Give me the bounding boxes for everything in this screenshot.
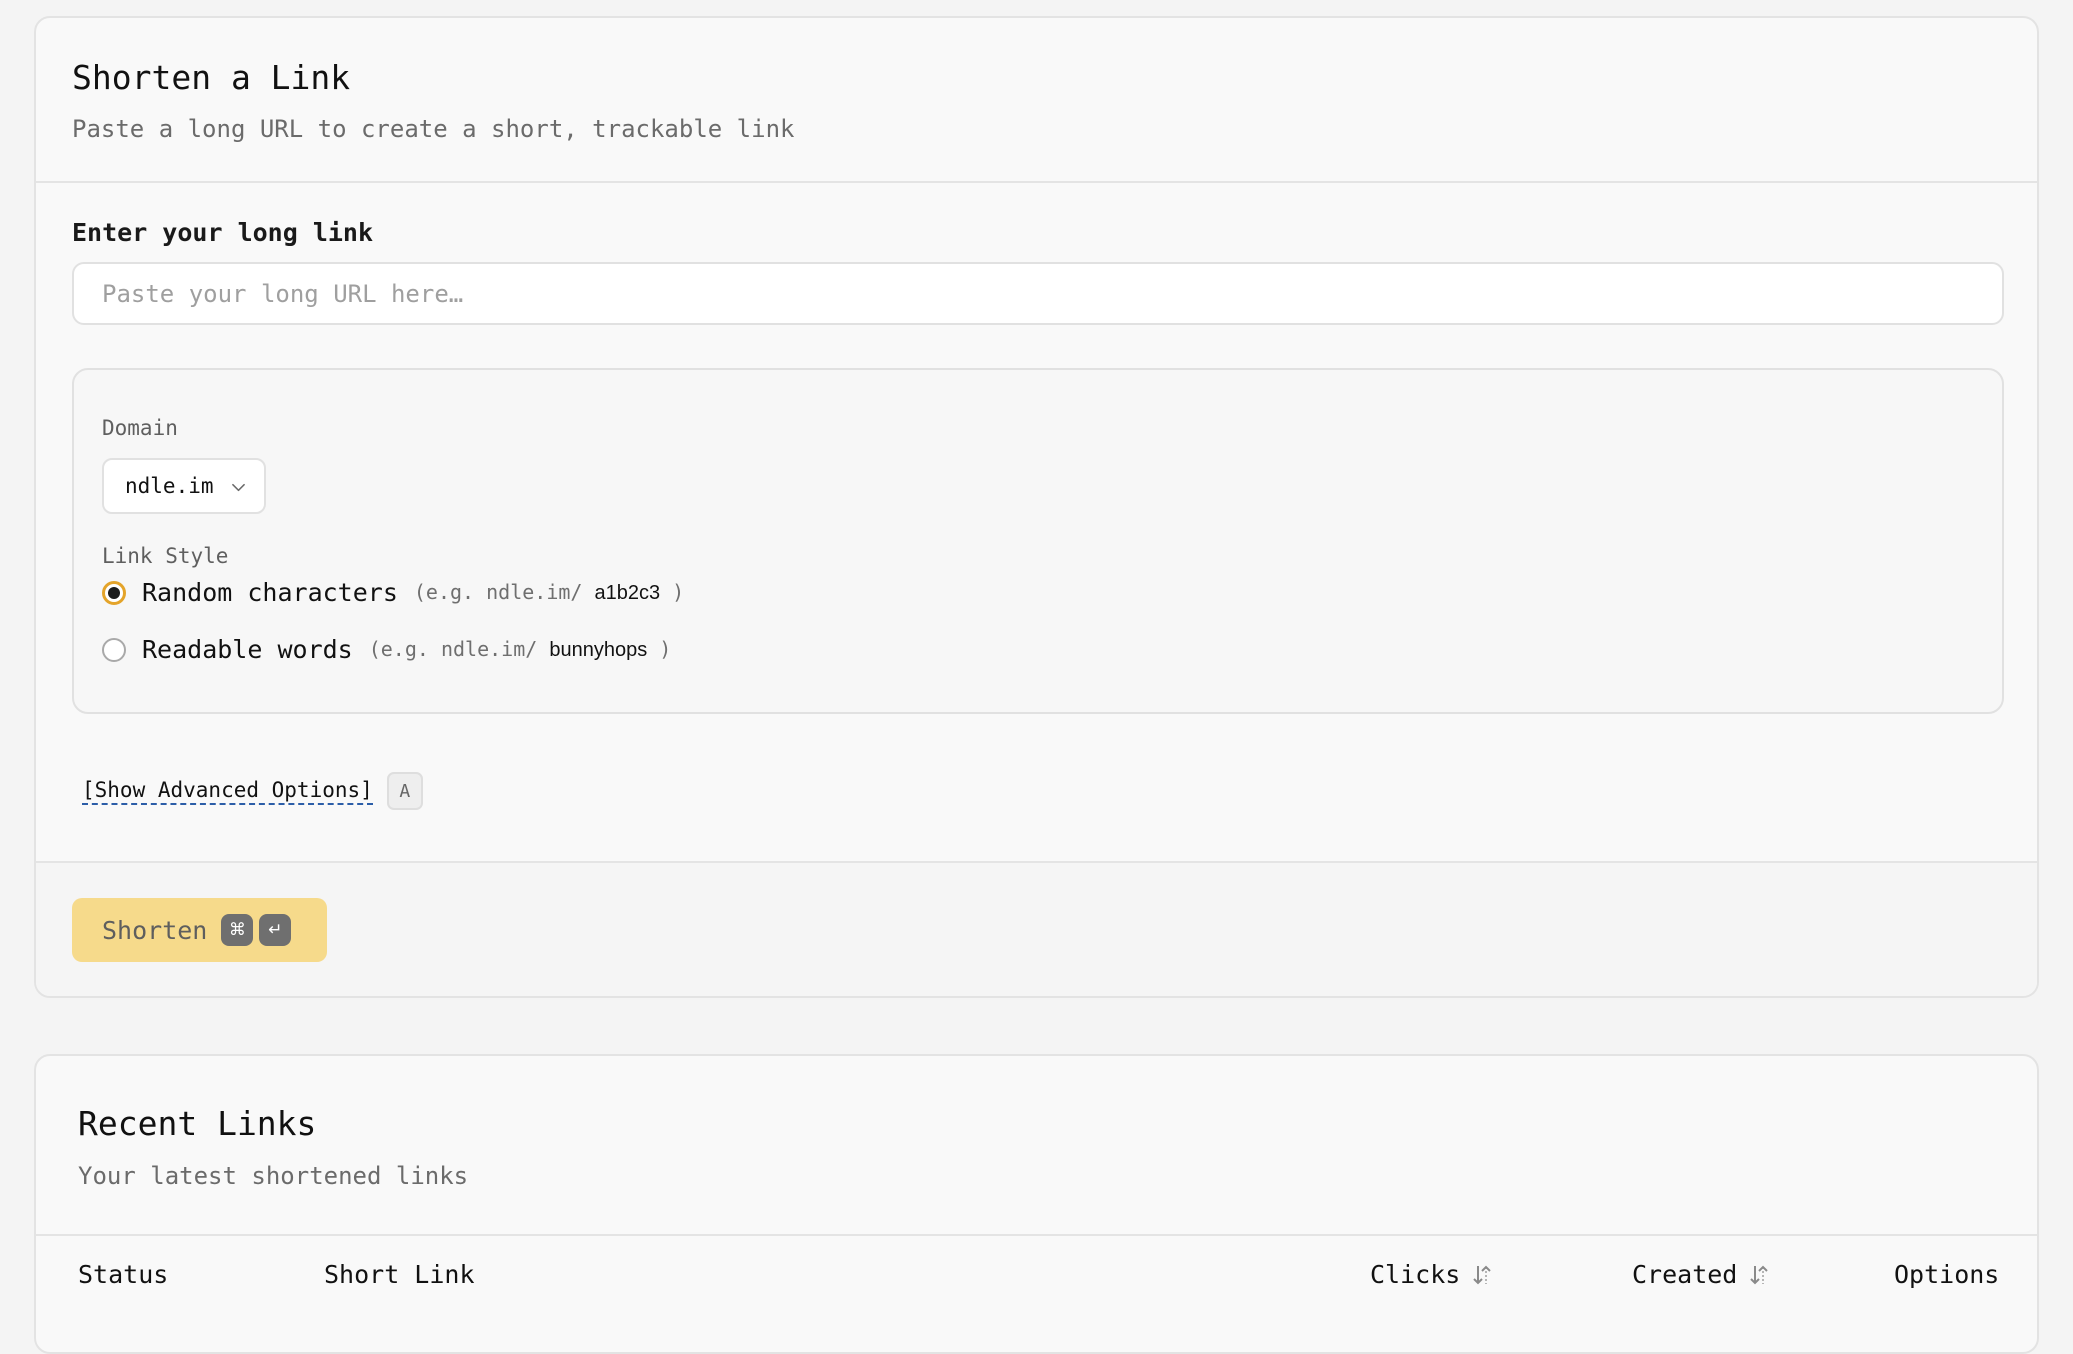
advanced-options-row: [Show Advanced Options] A: [82, 772, 423, 810]
random-characters-label: Random characters: [142, 578, 398, 607]
column-header-label: Short Link: [324, 1260, 475, 1289]
readable-words-radio[interactable]: [102, 637, 126, 662]
column-header-created[interactable]: Created: [1632, 1260, 1771, 1289]
recent-card-title: Recent Links: [78, 1104, 317, 1143]
chevron-down-icon: [232, 483, 245, 492]
command-key-icon: ⌘: [221, 914, 254, 946]
shorten-button[interactable]: Shorten ⌘ ↵: [72, 898, 327, 962]
readable-words-example: (e.g. ndle.im/ bunnyhops ): [369, 637, 672, 662]
sort-icon[interactable]: [1470, 1263, 1494, 1287]
link-options-panel: Domain ndle.im Link Style Random charact…: [72, 368, 2004, 714]
shorten-card-header: Shorten a Link Paste a long URL to creat…: [36, 18, 2037, 183]
example-slug: a1b2c3: [594, 582, 661, 604]
column-header-options: Options: [1894, 1260, 1999, 1289]
random-characters-example: (e.g. ndle.im/ a1b2c3 ): [414, 580, 684, 605]
column-header-clicks[interactable]: Clicks: [1370, 1260, 1494, 1289]
shorten-card-title: Shorten a Link: [72, 58, 351, 97]
sort-icon[interactable]: [1747, 1263, 1771, 1287]
long-link-label: Enter your long link: [72, 218, 374, 247]
shorten-button-label: Shorten: [102, 915, 208, 945]
example-slug: bunnyhops: [549, 639, 648, 661]
column-header-label: Status: [78, 1260, 169, 1289]
shorten-card-subtitle: Paste a long URL to create a short, trac…: [72, 115, 795, 143]
column-header-label: Options: [1894, 1260, 2000, 1289]
link-style-option-readable[interactable]: Readable words (e.g. ndle.im/ bunnyhops …: [102, 635, 671, 664]
domain-label: Domain: [102, 416, 178, 440]
column-header-status: Status: [78, 1260, 168, 1289]
recent-links-table-header: Status Short Link Clicks Created Options: [36, 1236, 2037, 1316]
column-header-short-link: Short Link: [324, 1260, 475, 1289]
shorten-card-footer: Shorten ⌘ ↵: [36, 861, 2037, 996]
domain-select[interactable]: ndle.im: [102, 458, 266, 514]
domain-selected-value: ndle.im: [125, 474, 214, 498]
readable-words-label: Readable words: [142, 635, 353, 664]
link-style-label: Link Style: [102, 544, 229, 568]
example-prefix: (e.g. ndle.im/: [368, 637, 538, 661]
column-header-label: Created: [1632, 1260, 1738, 1289]
recent-card-header: Recent Links Your latest shortened links: [36, 1056, 2037, 1236]
example-suffix: ): [672, 580, 685, 604]
recent-card-subtitle: Your latest shortened links: [78, 1162, 469, 1190]
advanced-shortcut-key: A: [386, 772, 423, 810]
long-url-input[interactable]: [72, 262, 2004, 325]
link-style-option-random[interactable]: Random characters (e.g. ndle.im/ a1b2c3 …: [102, 578, 684, 607]
example-prefix: (e.g. ndle.im/: [413, 580, 583, 604]
random-characters-radio[interactable]: [102, 580, 126, 605]
enter-key-icon: ↵: [259, 914, 292, 946]
recent-links-card: Recent Links Your latest shortened links…: [34, 1054, 2039, 1354]
column-header-label: Clicks: [1370, 1260, 1461, 1289]
example-suffix: ): [659, 637, 672, 661]
show-advanced-options-link[interactable]: [Show Advanced Options]: [82, 778, 373, 805]
shorten-link-card: Shorten a Link Paste a long URL to creat…: [34, 16, 2039, 998]
